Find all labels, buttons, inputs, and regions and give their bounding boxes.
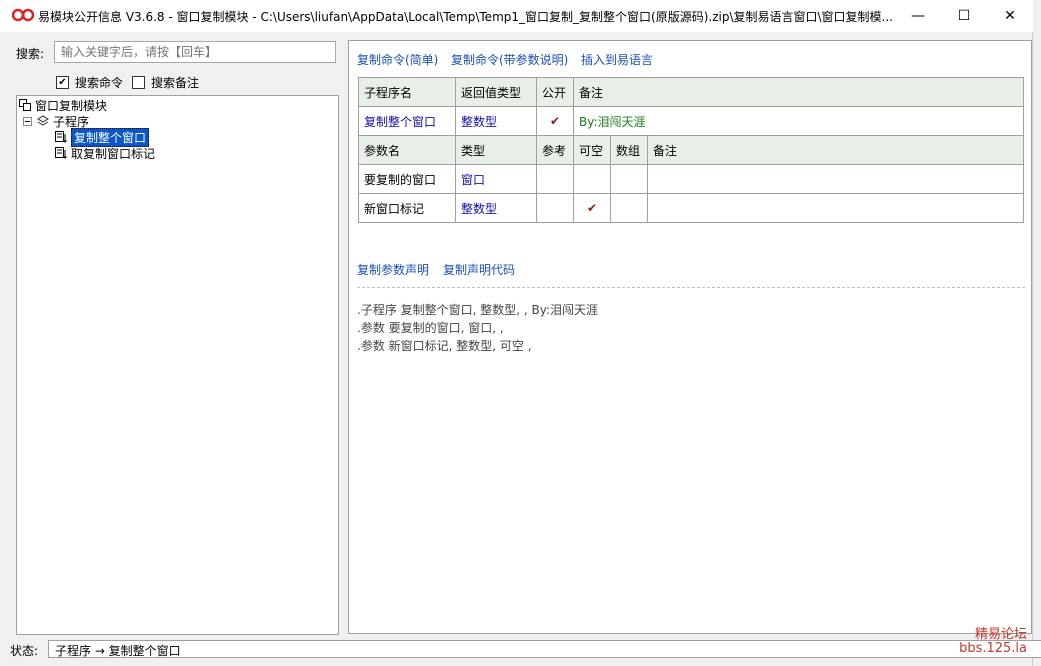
search-commands-checkbox[interactable]: ✔ 搜索命令	[56, 74, 123, 91]
insert-link[interactable]: 插入到易语言	[581, 51, 653, 68]
proc-name: 复制整个窗口	[358, 106, 456, 136]
param-type: 整数型	[455, 193, 537, 223]
collapse-icon[interactable]	[21, 115, 33, 127]
param-row: 新窗口标记 整数型 ✔	[358, 193, 1024, 223]
left-pane: 搜索: ✔ 搜索命令 搜索备注 窗口复制模块	[8, 36, 350, 636]
code-line: .参数 新窗口标记, 整数型, 可空 ,	[357, 339, 532, 353]
copy-param-decl-link[interactable]: 复制参数声明	[357, 261, 429, 278]
status-label: 状态:	[10, 644, 39, 658]
col-header: 参考	[536, 135, 574, 165]
col-header: 参数名	[358, 135, 456, 165]
module-tree[interactable]: 窗口复制模块 子程序 复制整个窗口 取复制窗口标记	[16, 95, 339, 635]
module-icon	[19, 99, 31, 111]
status-text: 子程序 → 复制整个窗口	[48, 640, 1041, 658]
search-input[interactable]	[54, 41, 336, 63]
forum-watermark: 精易论坛 bbs.125.la	[959, 628, 1027, 656]
watermark-title: 精易论坛	[974, 627, 1027, 642]
param-name: 要复制的窗口	[358, 164, 456, 194]
main-window: 易模块公开信息 V3.6.8 - 窗口复制模块 - C:\Users\liufa…	[0, 0, 1041, 666]
copy-simple-link[interactable]: 复制命令(简单)	[357, 51, 438, 68]
col-header: 备注	[647, 135, 1024, 165]
col-header: 备注	[573, 77, 1024, 107]
window-title: 易模块公开信息 V3.6.8 - 窗口复制模块 - C:\Users\liufa…	[38, 10, 893, 24]
proc-return-type: 整数型	[455, 106, 537, 136]
close-button[interactable]: ✕	[987, 0, 1033, 32]
search-comments-label: 搜索备注	[151, 76, 200, 90]
col-header: 类型	[455, 135, 537, 165]
tree-root[interactable]: 窗口复制模块	[19, 97, 107, 113]
copy-with-params-link[interactable]: 复制命令(带参数说明)	[451, 51, 568, 68]
checkbox-checked-icon: ✔	[56, 76, 69, 89]
title-bar: 易模块公开信息 V3.6.8 - 窗口复制模块 - C:\Users\liufa…	[0, 0, 1033, 32]
param-note	[647, 193, 1024, 223]
proc-header-row: 子程序名 返回值类型 公开 备注	[358, 77, 1024, 107]
search-commands-label: 搜索命令	[75, 76, 124, 90]
details-pane: 复制命令(简单) 复制命令(带参数说明) 插入到易语言 子程序名 返回值类型 公…	[348, 40, 1032, 634]
param-array	[610, 193, 648, 223]
declaration-table: 子程序名 返回值类型 公开 备注 复制整个窗口 整数型 ✔ By:泪闯天涯 参数…	[358, 77, 1024, 223]
divider	[357, 287, 1025, 288]
col-header: 子程序名	[358, 77, 456, 107]
col-header: 返回值类型	[455, 77, 537, 107]
param-row: 要复制的窗口 窗口	[358, 164, 1024, 194]
subroutine-icon	[55, 131, 67, 143]
proc-note: By:泪闯天涯	[573, 106, 1024, 136]
param-nullable: ✔	[573, 193, 611, 223]
col-header: 可空	[573, 135, 611, 165]
proc-row: 复制整个窗口 整数型 ✔ By:泪闯天涯	[358, 106, 1024, 136]
tree-item-label: 取复制窗口标记	[71, 146, 156, 161]
status-bar: 状态: 子程序 → 复制整个窗口	[8, 639, 1041, 659]
tree-item[interactable]: 取复制窗口标记	[55, 145, 155, 161]
param-nullable	[573, 164, 611, 194]
param-header-row: 参数名 类型 参考 可空 数组 备注	[358, 135, 1024, 165]
search-comments-checkbox[interactable]: 搜索备注	[132, 74, 199, 91]
col-header: 公开	[536, 77, 574, 107]
tree-item[interactable]: 复制整个窗口	[55, 127, 150, 147]
code-line: .子程序 复制整个窗口, 整数型, , By:泪闯天涯	[357, 303, 599, 317]
stack-icon	[37, 115, 49, 127]
code-line: .参数 要复制的窗口, 窗口, ,	[357, 321, 504, 335]
param-ref	[536, 193, 574, 223]
param-ref	[536, 164, 574, 194]
copy-decl-code-link[interactable]: 复制声明代码	[443, 261, 515, 278]
param-array	[610, 164, 648, 194]
proc-public-check: ✔	[536, 106, 574, 136]
search-label: 搜索:	[16, 47, 45, 61]
subroutine-icon	[55, 147, 67, 159]
col-header: 数组	[610, 135, 648, 165]
minimize-button[interactable]: —	[895, 0, 941, 32]
checkbox-unchecked-icon	[132, 76, 145, 89]
param-name: 新窗口标记	[358, 193, 456, 223]
param-type: 窗口	[455, 164, 537, 194]
tree-root-label: 窗口复制模块	[35, 98, 108, 113]
param-note	[647, 164, 1024, 194]
app-logo-icon	[12, 8, 34, 22]
watermark-url: bbs.125.la	[959, 641, 1027, 656]
maximize-button[interactable]: ☐	[941, 0, 987, 32]
